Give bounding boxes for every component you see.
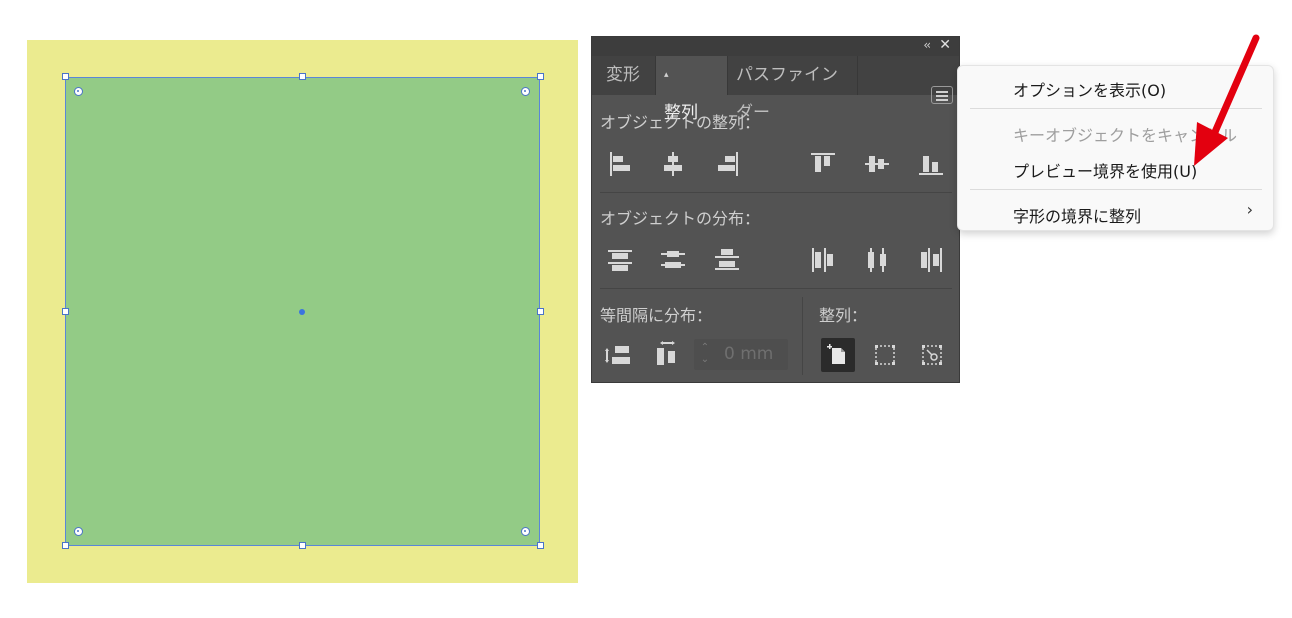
horizontal-distribute-space-button[interactable] (650, 338, 684, 372)
vertical-divider (802, 297, 803, 375)
menu-item-use-preview-bounds[interactable]: プレビュー境界を使用(U) (1013, 158, 1197, 182)
spacing-stepper[interactable]: ⌃ ⌄ (698, 342, 712, 368)
align-to-artboard-button[interactable] (821, 338, 855, 372)
corner-widget-top-right[interactable] (521, 87, 530, 96)
panel-titlebar[interactable]: ‹‹ ✕ (592, 37, 959, 56)
selection-icon (875, 345, 895, 365)
distribute-objects-title: オブジェクトの分布： (600, 209, 761, 228)
align-top-icon (811, 153, 835, 172)
align-right-button[interactable] (710, 147, 744, 181)
tab-align-icon: ▴ (664, 70, 669, 80)
handle-bottom-right[interactable] (537, 542, 544, 549)
distribute-horizontal-center-icon (868, 248, 886, 272)
align-to-key-object-button[interactable] (915, 338, 949, 372)
panel-menu-button[interactable] (931, 86, 953, 104)
vertical-distribute-space-button[interactable] (602, 338, 636, 372)
distribute-left-icon (812, 248, 833, 272)
chevron-right-icon: › (1246, 200, 1253, 219)
tab-pathfinder[interactable]: パスファインダー (728, 56, 858, 123)
menu-item-show-options[interactable]: オプションを表示(O) (1013, 77, 1166, 101)
handle-top-center[interactable] (299, 73, 306, 80)
handle-bottom-left[interactable] (62, 542, 69, 549)
align-bottom-icon (919, 156, 943, 175)
tab-align[interactable]: ▴ 整列 (656, 56, 728, 123)
distribute-horizontal-center-button[interactable] (860, 243, 894, 277)
key-object-icon (922, 345, 942, 365)
distribute-top-button[interactable] (603, 243, 637, 277)
center-point (299, 309, 305, 315)
vertical-distribute-space-icon (605, 346, 630, 364)
handle-top-left[interactable] (62, 73, 69, 80)
spacing-value: 0 mm (724, 344, 774, 364)
divider (600, 288, 952, 289)
align-bottom-button[interactable] (914, 147, 948, 181)
panel-tabbar: 変形 ▴ 整列 パスファインダー (592, 56, 959, 123)
align-vertical-center-icon (865, 156, 889, 172)
horizontal-distribute-space-icon (657, 341, 675, 365)
spacing-input[interactable]: ⌃ ⌄ 0 mm (694, 339, 788, 370)
distribute-top-icon (608, 250, 632, 271)
align-right-icon (718, 152, 738, 176)
collapse-icon[interactable]: ‹‹ (923, 38, 930, 52)
close-icon[interactable]: ✕ (939, 37, 951, 53)
distribute-vertical-center-icon (661, 251, 685, 268)
align-to-selection-button[interactable] (868, 338, 902, 372)
align-horizontal-center-icon (664, 152, 682, 176)
tab-transform[interactable]: 変形 (598, 56, 656, 95)
align-vertical-center-button[interactable] (860, 147, 894, 181)
handle-top-right[interactable] (537, 73, 544, 80)
align-left-button[interactable] (603, 147, 637, 181)
distribute-bottom-button[interactable] (710, 243, 744, 277)
handle-bottom-center[interactable] (299, 542, 306, 549)
align-left-icon (610, 152, 630, 176)
handle-middle-right[interactable] (537, 308, 544, 315)
handle-middle-left[interactable] (62, 308, 69, 315)
distribute-bottom-icon (715, 249, 739, 270)
align-horizontal-center-button[interactable] (656, 147, 690, 181)
distribute-vertical-center-button[interactable] (656, 243, 690, 277)
distribute-spacing-title: 等間隔に分布： (600, 306, 713, 325)
align-panel: ‹‹ ✕ 変形 ▴ 整列 パスファインダー オブジェクトの整列： オブジェクトの分… (591, 36, 960, 383)
distribute-right-button[interactable] (914, 243, 948, 277)
align-to-title: 整列： (819, 306, 868, 325)
menu-separator (970, 189, 1262, 190)
red-arrow-annotation (1194, 34, 1260, 166)
align-top-button[interactable] (806, 147, 840, 181)
align-objects-title: オブジェクトの整列： (600, 113, 761, 132)
distribute-left-button[interactable] (806, 243, 840, 277)
artboard-icon (827, 344, 845, 364)
corner-widget-bottom-right[interactable] (521, 527, 530, 536)
corner-widget-top-left[interactable] (74, 87, 83, 96)
corner-widget-bottom-left[interactable] (74, 527, 83, 536)
divider (600, 192, 952, 193)
distribute-right-icon (921, 248, 942, 272)
tab-transform-label: 変形 (606, 65, 640, 85)
menu-item-align-to-glyph-bounds[interactable]: 字形の境界に整列 (1013, 203, 1141, 227)
